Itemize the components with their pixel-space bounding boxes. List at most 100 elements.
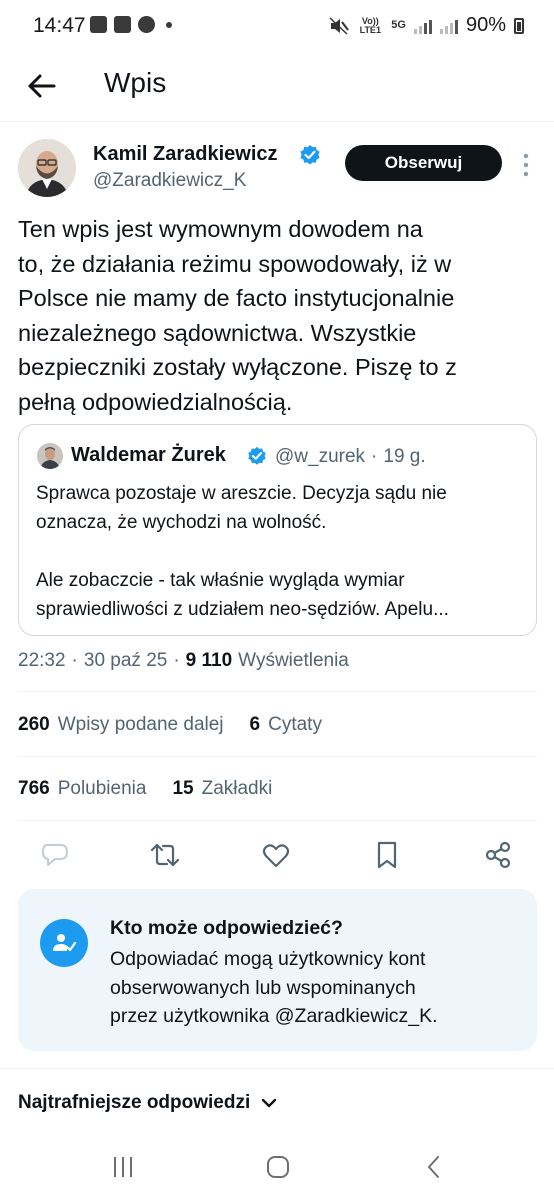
verified-badge-icon	[248, 446, 266, 465]
quoted-line: oznacza, że wychodzi na wolność.	[36, 512, 327, 533]
quotes-count[interactable]: 6	[250, 714, 261, 736]
tweet-detail-screen: 14:47 Vo)) LTE1 5G 90% Wpis Kamil Zaradk…	[0, 0, 554, 1200]
who-can-reply-title: Kto może odpowiedzieć?	[110, 917, 343, 939]
bookmark-icon	[377, 841, 397, 869]
quoted-text: Sprawca pozostaje w areszcie. Decyzja są…	[36, 479, 526, 624]
tweet-line: Ten wpis jest wymownym dowodem na	[18, 216, 423, 242]
network-type: 5G	[391, 19, 406, 31]
like-button[interactable]	[259, 838, 293, 872]
like-icon	[262, 844, 290, 868]
tweet-timestamp: 22:32 · 30 paź 25 · 9 110 Wyświetlenia	[18, 650, 349, 672]
stats-row-reposts: 260 Wpisy podane dalej 6 Cytaty	[18, 714, 322, 736]
signal-2-icon	[439, 18, 458, 34]
separator: ·	[71, 650, 78, 671]
share-icon	[485, 841, 511, 869]
divider	[18, 820, 537, 821]
status-bar: 14:47 Vo)) LTE1 5G 90%	[0, 0, 554, 52]
tweet-line: Polsce nie mamy de facto instytucjonalni…	[18, 285, 455, 311]
quotes-label[interactable]: Cytaty	[268, 714, 322, 736]
tweet-line: pełną odpowiedzialnością.	[18, 388, 293, 415]
quoted-line	[36, 537, 526, 566]
author-avatar[interactable]	[18, 139, 76, 197]
quoted-line: sprawiedliwości z udziałem neo-sędziów. …	[36, 599, 449, 620]
tweet-line: bezpieczniki zostały wyłączone. Piszę to…	[18, 354, 457, 380]
status-time: 14:47	[33, 14, 86, 37]
quoted-author-name: Waldemar Żurek	[71, 444, 226, 466]
bookmarks-label[interactable]: Zakładki	[202, 778, 273, 800]
replies-sort-dropdown[interactable]: Najtrafniejsze odpowiedzi	[18, 1092, 278, 1114]
quoted-line: Ale zobaczcie - tak właśnie wygląda wymi…	[36, 570, 405, 591]
tweet-text: Ten wpis jest wymownym dowodem na to, że…	[18, 212, 538, 419]
who-can-reply-text: Odpowiadać mogą użytkownicy kont obserwo…	[110, 945, 520, 1031]
bookmark-button[interactable]	[370, 838, 404, 872]
reply-icon	[42, 844, 68, 866]
recents-button[interactable]	[103, 1152, 143, 1182]
divider	[18, 691, 537, 692]
repost-icon	[150, 843, 180, 867]
recents-icon	[114, 1157, 132, 1177]
stats-row-likes: 766 Polubienia 15 Zakładki	[18, 778, 272, 800]
quoted-meta: @w_zurek · 19 g.	[275, 446, 426, 468]
battery-percent: 90%	[465, 14, 506, 36]
quoted-author-avatar	[37, 443, 63, 469]
repost-button[interactable]	[148, 838, 182, 872]
author-name[interactable]: Kamil Zaradkiewicz	[93, 143, 278, 166]
replies-sort-label: Najtrafniejsze odpowiedzi	[18, 1092, 251, 1113]
image-icon	[90, 16, 107, 33]
more-vertical-icon	[523, 153, 529, 177]
bookmarks-count[interactable]: 15	[172, 778, 193, 800]
nav-back-button[interactable]	[414, 1152, 454, 1182]
separator: ·	[371, 446, 378, 467]
chevron-down-icon	[262, 1098, 277, 1108]
volte-indicator: Vo)) LTE1	[359, 15, 381, 35]
back-icon	[428, 1156, 439, 1178]
back-button[interactable]	[22, 66, 62, 106]
info-line: przez użytkownika @Zaradkiewicz_K.	[110, 1005, 438, 1027]
signal-icon	[413, 18, 432, 34]
author-handle[interactable]: @Zaradkiewicz_K	[93, 170, 246, 192]
system-icons: Vo)) LTE1 5G 90%	[329, 14, 524, 37]
tweet-line: to, że działania reżimu spowodowały, iż …	[18, 250, 452, 277]
quoted-line: Sprawca pozostaje w areszcie. Decyzja są…	[36, 483, 447, 504]
post-time: 22:32	[18, 650, 66, 671]
reply-restriction-icon	[40, 919, 88, 967]
divider	[18, 756, 537, 757]
who-can-reply-box: Kto może odpowiedzieć? Odpowiadać mogą u…	[18, 889, 537, 1051]
more-options-button[interactable]	[516, 150, 536, 180]
avatar-photo	[37, 443, 63, 469]
info-line: obserwowanych lub wspominanych	[110, 976, 416, 999]
m-app-icon	[114, 16, 131, 33]
home-button[interactable]	[258, 1152, 298, 1182]
reply-button[interactable]	[38, 838, 72, 872]
messenger-icon	[138, 16, 155, 33]
quoted-tweet-card[interactable]: Waldemar Żurek @w_zurek · 19 g. Sprawca …	[18, 424, 537, 636]
tweet-line: niezależnego sądownictwa. Wszystkie	[18, 319, 417, 346]
share-button[interactable]	[481, 838, 515, 872]
notification-icons	[90, 16, 172, 33]
separator: ·	[173, 650, 180, 671]
top-bar: Wpis	[0, 52, 554, 122]
battery-icon	[514, 17, 524, 34]
person-check-icon	[53, 934, 77, 952]
views-label[interactable]: Wyświetlenia	[238, 650, 349, 672]
post-date: 30 paź 25	[83, 650, 168, 671]
reposts-label[interactable]: Wpisy podane dalej	[58, 714, 224, 736]
divider	[0, 1068, 554, 1069]
page-title: Wpis	[104, 67, 167, 98]
system-nav-bar	[0, 1140, 554, 1200]
verified-badge-icon	[300, 145, 320, 165]
quoted-age: 19 g.	[383, 446, 426, 467]
quoted-author-handle: @w_zurek	[275, 446, 366, 467]
follow-button[interactable]: Obserwuj	[345, 145, 502, 181]
info-line: Odpowiadać mogą użytkownicy kont	[110, 948, 426, 970]
mute-icon	[329, 16, 350, 35]
reposts-count[interactable]: 260	[18, 714, 50, 736]
avatar-photo	[18, 139, 76, 197]
dot-icon	[166, 21, 172, 28]
likes-label[interactable]: Polubienia	[58, 778, 147, 800]
arrow-left-icon	[28, 74, 56, 98]
likes-count[interactable]: 766	[18, 778, 50, 800]
action-bar	[0, 838, 554, 874]
home-icon	[267, 1156, 289, 1178]
views-count: 9 110	[185, 650, 233, 671]
